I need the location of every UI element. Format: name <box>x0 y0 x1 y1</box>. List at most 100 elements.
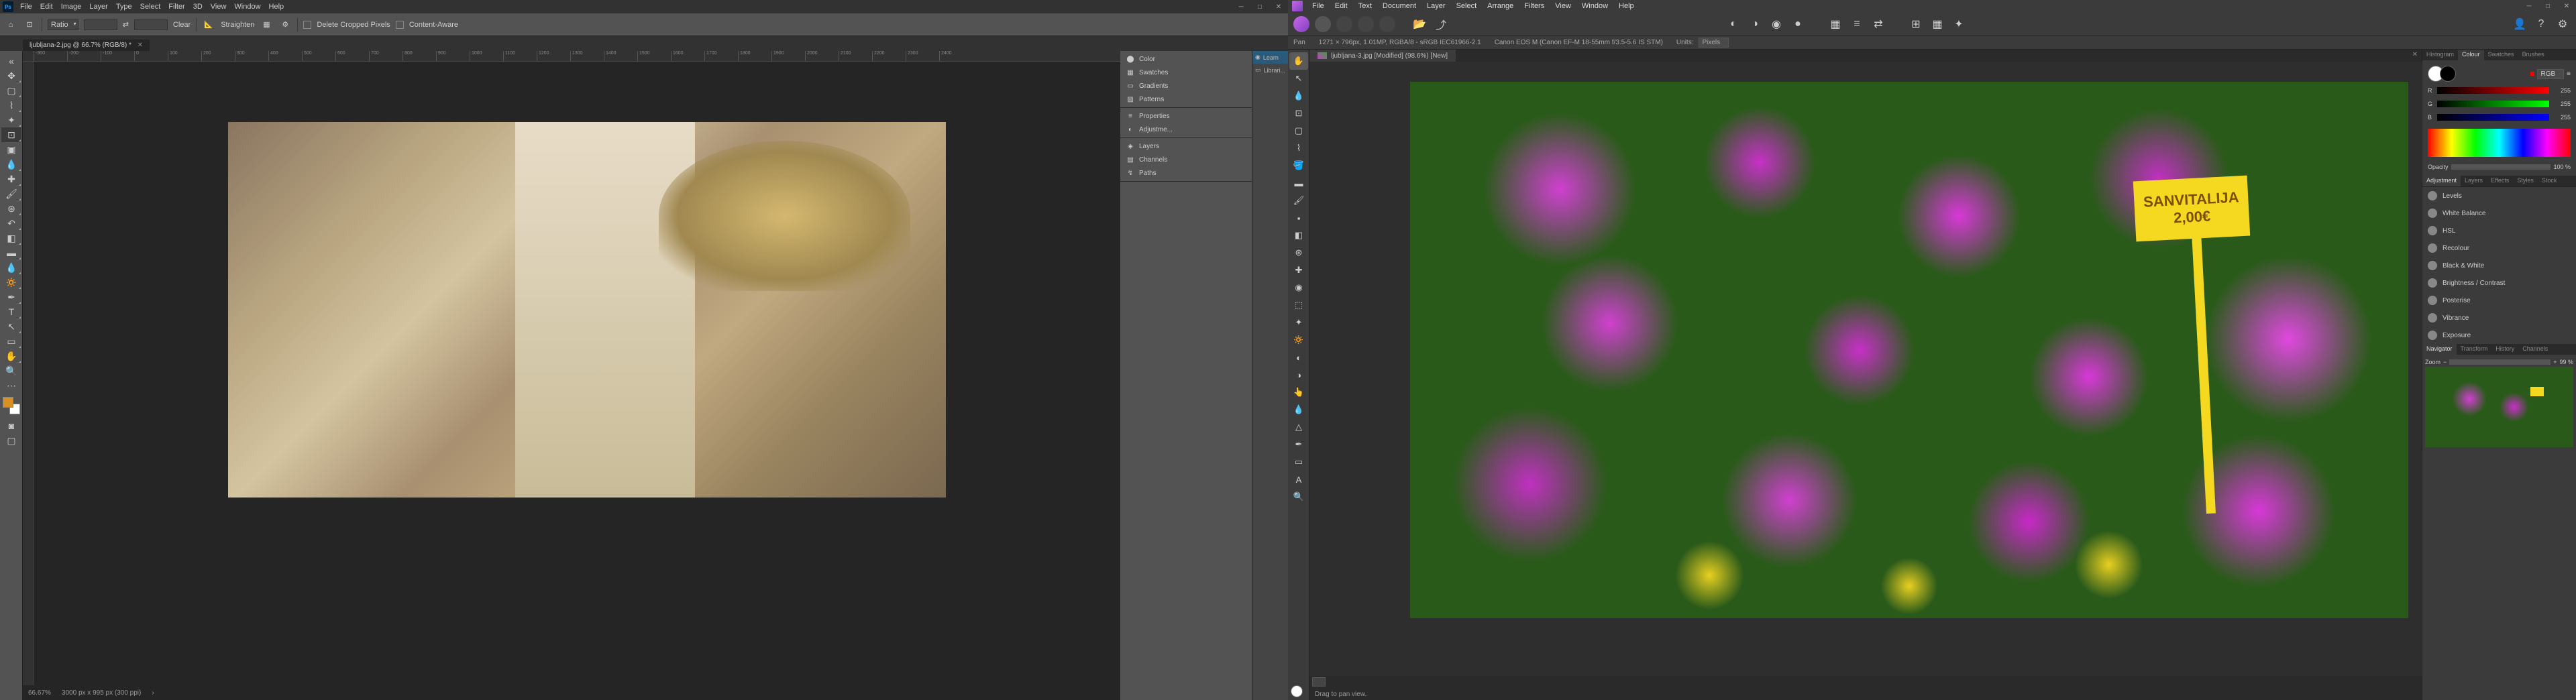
menu-type[interactable]: Type <box>112 3 136 11</box>
text-tool[interactable]: A <box>1289 471 1308 488</box>
panel-properties[interactable]: ≡Properties <box>1120 109 1252 123</box>
shape-tool[interactable]: ▭ <box>1289 453 1308 471</box>
menu-layer[interactable]: Layer <box>85 3 112 11</box>
screenmode-icon[interactable]: ▢ <box>1 433 21 448</box>
pen-tool[interactable]: ✒ <box>1289 436 1308 453</box>
burn-tool[interactable]: ◐ <box>1289 349 1308 366</box>
menu-document[interactable]: Document <box>1377 2 1421 10</box>
menu-edit[interactable]: Edit <box>36 3 57 11</box>
menu-help[interactable]: Help <box>265 3 288 11</box>
panel-paths[interactable]: ↯Paths <box>1120 166 1252 180</box>
tab-effects[interactable]: Effects <box>2487 176 2513 186</box>
foreground-color[interactable] <box>3 397 13 408</box>
document-tab[interactable]: ljubljana-3.jpg [Modified] (98.6%) [New] <box>1309 50 1456 62</box>
zoom-tool[interactable]: 🔍 <box>1289 488 1308 506</box>
gradient-tool[interactable]: ▬ <box>1 245 21 260</box>
straighten-icon[interactable]: 📐 <box>202 18 215 32</box>
secondary-color[interactable] <box>2440 66 2456 82</box>
history-thumb[interactable] <box>1312 677 1326 687</box>
colorpicker-tool[interactable]: 💧 <box>1289 87 1308 105</box>
menu-help[interactable]: Help <box>1613 2 1640 10</box>
export-persona[interactable] <box>1379 16 1395 32</box>
tab-histogram[interactable]: Histogram <box>2422 50 2458 60</box>
delete-cropped-checkbox[interactable] <box>303 21 311 29</box>
share-icon[interactable]: ⤴ <box>1432 15 1450 34</box>
clear-button[interactable]: Clear <box>173 21 191 29</box>
flip-icon[interactable]: ⇄ <box>1869 15 1888 34</box>
dodge-tool[interactable]: 🔅 <box>1 275 21 290</box>
blur-tool[interactable]: 💧 <box>1 260 21 275</box>
marquee-tool[interactable]: ▢ <box>1 83 21 98</box>
learn-tab[interactable]: ◉Learn <box>1252 51 1288 64</box>
brush-tool[interactable]: 🖌 <box>1289 192 1308 209</box>
prefs-icon[interactable]: ⚙ <box>2553 15 2572 34</box>
menu-select[interactable]: Select <box>1451 2 1483 10</box>
canvas-viewport[interactable]: SANVITALIJA 2,00€ <box>1309 62 2422 676</box>
adj-posterise[interactable]: Posterise <box>2422 292 2576 309</box>
adj-recolour[interactable]: Recolour <box>2422 239 2576 257</box>
panel-channels[interactable]: ▤Channels <box>1120 153 1252 166</box>
menu-select[interactable]: Select <box>136 3 165 11</box>
move-tool[interactable]: ✥ <box>1 68 21 83</box>
menu-view[interactable]: View <box>1550 2 1576 10</box>
heal-tool[interactable]: ✚ <box>1 172 21 186</box>
blemish-tool[interactable]: ◉ <box>1289 279 1308 296</box>
panel-gradients[interactable]: ▭Gradients <box>1120 79 1252 93</box>
stamp-tool[interactable]: ⊛ <box>1 201 21 216</box>
zoom-in-icon[interactable]: + <box>2553 359 2557 365</box>
menu-filters[interactable]: Filters <box>1519 2 1550 10</box>
navigator-preview[interactable] <box>2425 367 2573 447</box>
adj-bw[interactable]: Black & White <box>2422 257 2576 274</box>
menu-text[interactable]: Text <box>1353 2 1377 10</box>
tab-navigator[interactable]: Navigator <box>2422 344 2457 355</box>
brush-tool[interactable]: 🖌 <box>1 186 21 201</box>
pixel-tool[interactable]: ▪ <box>1289 209 1308 227</box>
autocolors-icon[interactable]: ◉ <box>1767 15 1786 34</box>
content-aware-checkbox[interactable] <box>396 21 404 29</box>
ratio-w-input[interactable] <box>84 19 117 30</box>
arrange-icon[interactable]: ▦ <box>1826 15 1845 34</box>
photo-persona[interactable] <box>1293 16 1309 32</box>
adj-vibrance[interactable]: Vibrance <box>2422 309 2576 327</box>
tab-swatches[interactable]: Swatches <box>2484 50 2518 60</box>
menu-window[interactable]: Window <box>230 3 264 11</box>
help-icon[interactable]: ? <box>2532 15 2551 34</box>
home-icon[interactable]: ⌂ <box>4 18 17 32</box>
recent-color[interactable] <box>2530 72 2534 76</box>
hand-tool[interactable]: ✋ <box>1 349 21 363</box>
fg-color-swatch[interactable] <box>1291 685 1303 697</box>
snap-icon[interactable]: ⊞ <box>1907 15 1925 34</box>
menu-arrange[interactable]: Arrange <box>1482 2 1519 10</box>
close-button[interactable]: ✕ <box>2557 0 2576 12</box>
adj-hsl[interactable]: HSL <box>2422 222 2576 239</box>
autolevels-icon[interactable]: ◐ <box>1724 15 1743 34</box>
chevron-right-icon[interactable]: › <box>152 689 154 697</box>
open-icon[interactable]: 📂 <box>1410 15 1429 34</box>
crop-tool[interactable]: ⊡ <box>1 127 21 142</box>
menu-3d[interactable]: 3D <box>189 3 207 11</box>
tab-close-icon[interactable]: ✕ <box>2408 50 2422 62</box>
history-brush-tool[interactable]: ↶ <box>1 216 21 231</box>
account-icon[interactable]: 👤 <box>2510 15 2529 34</box>
panel-patterns[interactable]: ▨Patterns <box>1120 93 1252 106</box>
menu-file[interactable]: File <box>16 3 36 11</box>
tonemap-persona[interactable] <box>1358 16 1374 32</box>
menu-edit[interactable]: Edit <box>1330 2 1353 10</box>
collapse-icon[interactable]: « <box>1 54 21 68</box>
tab-history[interactable]: History <box>2491 344 2518 355</box>
path-tool[interactable]: ↖ <box>1 319 21 334</box>
zoom-tool[interactable]: 🔍 <box>1 363 21 378</box>
adj-brightness[interactable]: Brightness / Contrast <box>2422 274 2576 292</box>
grid-icon[interactable]: ▦ <box>1928 15 1947 34</box>
sharpen-tool[interactable]: △ <box>1289 418 1308 436</box>
panel-color[interactable]: ⬤Color <box>1120 52 1252 66</box>
menu-window[interactable]: Window <box>1576 2 1613 10</box>
develop-persona[interactable] <box>1336 16 1352 32</box>
units-dropdown[interactable]: Pixels <box>1699 38 1729 48</box>
align-icon[interactable]: ≡ <box>1847 15 1866 34</box>
adj-exposure[interactable]: Exposure <box>2422 327 2576 344</box>
eyedropper-tool[interactable]: 💧 <box>1 157 21 172</box>
liquify-persona[interactable] <box>1315 16 1331 32</box>
maximize-button[interactable]: □ <box>1250 0 1269 13</box>
panel-menu-icon[interactable]: ≡ <box>2567 70 2571 78</box>
